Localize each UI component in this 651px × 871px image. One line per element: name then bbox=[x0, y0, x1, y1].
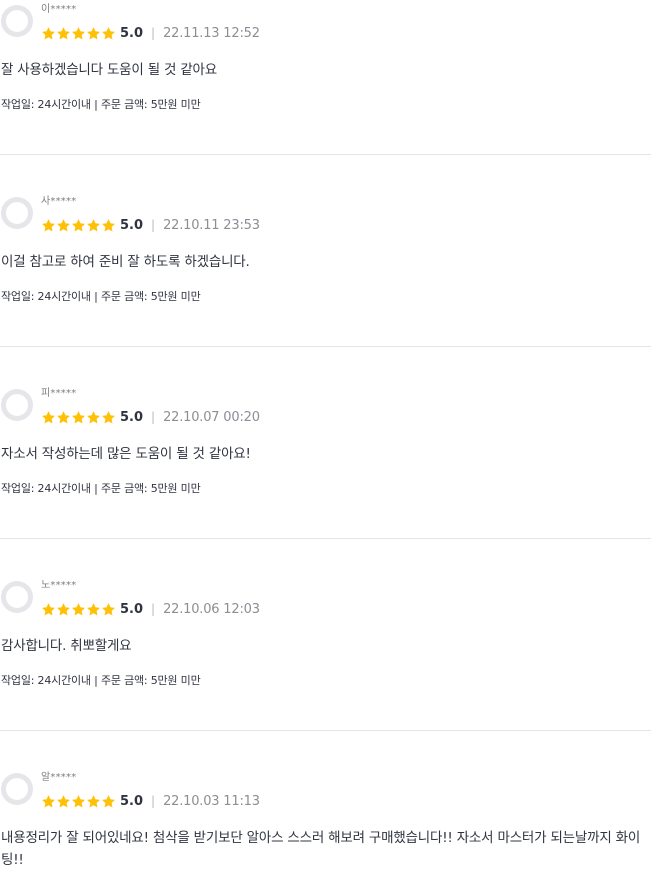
star-icon bbox=[72, 218, 85, 231]
rating-row: 5.0 | 22.11.13 12:52 bbox=[41, 23, 260, 43]
star-icon bbox=[42, 26, 55, 39]
review-content: 자소서 작성하는데 많은 도움이 될 것 같아요! bbox=[1, 446, 251, 462]
review-meta: 작업일: 24시간이내 | 주문 금액: 5만원 미만 bbox=[1, 482, 201, 495]
star-rating bbox=[41, 26, 116, 41]
avatar[interactable] bbox=[1, 5, 33, 37]
reviewer-nickname: 사***** bbox=[41, 196, 77, 207]
review-item: 사***** 5.0 | 22.10.11 23:53 이걸 참고로 하여 준비… bbox=[0, 194, 651, 386]
star-icon bbox=[102, 794, 115, 807]
review-divider bbox=[0, 538, 651, 539]
rating-row: 5.0 | 22.10.11 23:53 bbox=[41, 215, 260, 235]
rating-score: 5.0 bbox=[120, 25, 144, 41]
reviewer-nickname: 피***** bbox=[41, 388, 77, 399]
review-item: 노***** 5.0 | 22.10.06 12:03 감사합니다. 취뽀할게요… bbox=[0, 578, 651, 770]
reviewer-nickname: 노***** bbox=[41, 580, 77, 591]
rating-row: 5.0 | 22.10.07 00:20 bbox=[41, 407, 260, 427]
rating-separator: | bbox=[151, 794, 156, 808]
star-icon bbox=[87, 218, 100, 231]
star-icon bbox=[87, 410, 100, 423]
star-icon bbox=[72, 602, 85, 615]
review-meta: 작업일: 24시간이내 | 주문 금액: 5만원 미만 bbox=[1, 98, 201, 111]
review-divider bbox=[0, 346, 651, 347]
review-meta: 작업일: 24시간이내 | 주문 금액: 5만원 미만 bbox=[1, 290, 201, 303]
rating-separator: | bbox=[151, 602, 156, 616]
rating-separator: | bbox=[151, 218, 156, 232]
star-icon bbox=[72, 794, 85, 807]
star-icon bbox=[57, 602, 70, 615]
review-item: 이***** 5.0 | 22.11.13 12:52 잘 사용하겠습니다 도움… bbox=[0, 2, 651, 194]
review-date: 22.10.03 11:13 bbox=[163, 793, 260, 809]
review-content: 이걸 참고로 하여 준비 잘 하도록 하겠습니다. bbox=[1, 254, 250, 270]
star-icon bbox=[42, 410, 55, 423]
avatar-placeholder-icon bbox=[6, 394, 28, 416]
avatar-placeholder-icon bbox=[6, 202, 28, 224]
star-icon bbox=[102, 218, 115, 231]
rating-score: 5.0 bbox=[120, 409, 144, 425]
rating-row: 5.0 | 22.10.06 12:03 bbox=[41, 599, 260, 619]
review-date: 22.10.06 12:03 bbox=[163, 601, 260, 617]
review-content: 내용정리가 잘 되어있네요! 첨삭을 받기보단 알아스 스스러 해보려 구매했습… bbox=[1, 830, 641, 868]
star-rating bbox=[41, 410, 116, 425]
avatar-placeholder-icon bbox=[6, 10, 28, 32]
star-icon bbox=[42, 218, 55, 231]
star-rating bbox=[41, 602, 116, 617]
avatar[interactable] bbox=[1, 197, 33, 229]
star-icon bbox=[102, 602, 115, 615]
rating-score: 5.0 bbox=[120, 601, 144, 617]
avatar-placeholder-icon bbox=[6, 778, 28, 800]
review-date: 22.11.13 12:52 bbox=[163, 25, 260, 41]
rating-separator: | bbox=[151, 26, 156, 40]
review-divider bbox=[0, 730, 651, 731]
star-icon bbox=[57, 410, 70, 423]
review-meta: 작업일: 24시간이내 | 주문 금액: 5만원 미만 bbox=[1, 674, 201, 687]
star-icon bbox=[57, 218, 70, 231]
avatar[interactable] bbox=[1, 389, 33, 421]
rating-separator: | bbox=[151, 410, 156, 424]
rating-row: 5.0 | 22.10.03 11:13 bbox=[41, 791, 260, 811]
star-rating bbox=[41, 794, 116, 809]
star-icon bbox=[102, 410, 115, 423]
star-icon bbox=[87, 26, 100, 39]
review-content: 감사합니다. 취뽀할게요 bbox=[1, 638, 132, 654]
star-icon bbox=[72, 410, 85, 423]
star-icon bbox=[87, 602, 100, 615]
star-icon bbox=[42, 794, 55, 807]
review-item: 알***** 5.0 | 22.10.03 11:13 내용정리가 잘 되어있네… bbox=[0, 770, 651, 868]
review-content: 잘 사용하겠습니다 도움이 될 것 같아요 bbox=[1, 62, 217, 78]
rating-score: 5.0 bbox=[120, 217, 144, 233]
avatar[interactable] bbox=[1, 773, 33, 805]
star-icon bbox=[42, 602, 55, 615]
star-icon bbox=[57, 794, 70, 807]
star-icon bbox=[102, 26, 115, 39]
rating-score: 5.0 bbox=[120, 793, 144, 809]
reviewer-nickname: 이***** bbox=[41, 4, 77, 15]
star-icon bbox=[72, 26, 85, 39]
star-icon bbox=[57, 26, 70, 39]
avatar-placeholder-icon bbox=[6, 586, 28, 608]
review-item: 피***** 5.0 | 22.10.07 00:20 자소서 작성하는데 많은… bbox=[0, 386, 651, 578]
star-rating bbox=[41, 218, 116, 233]
review-date: 22.10.07 00:20 bbox=[163, 409, 260, 425]
reviewer-nickname: 알***** bbox=[41, 772, 77, 783]
star-icon bbox=[87, 794, 100, 807]
review-date: 22.10.11 23:53 bbox=[163, 217, 260, 233]
review-divider bbox=[0, 154, 651, 155]
avatar[interactable] bbox=[1, 581, 33, 613]
